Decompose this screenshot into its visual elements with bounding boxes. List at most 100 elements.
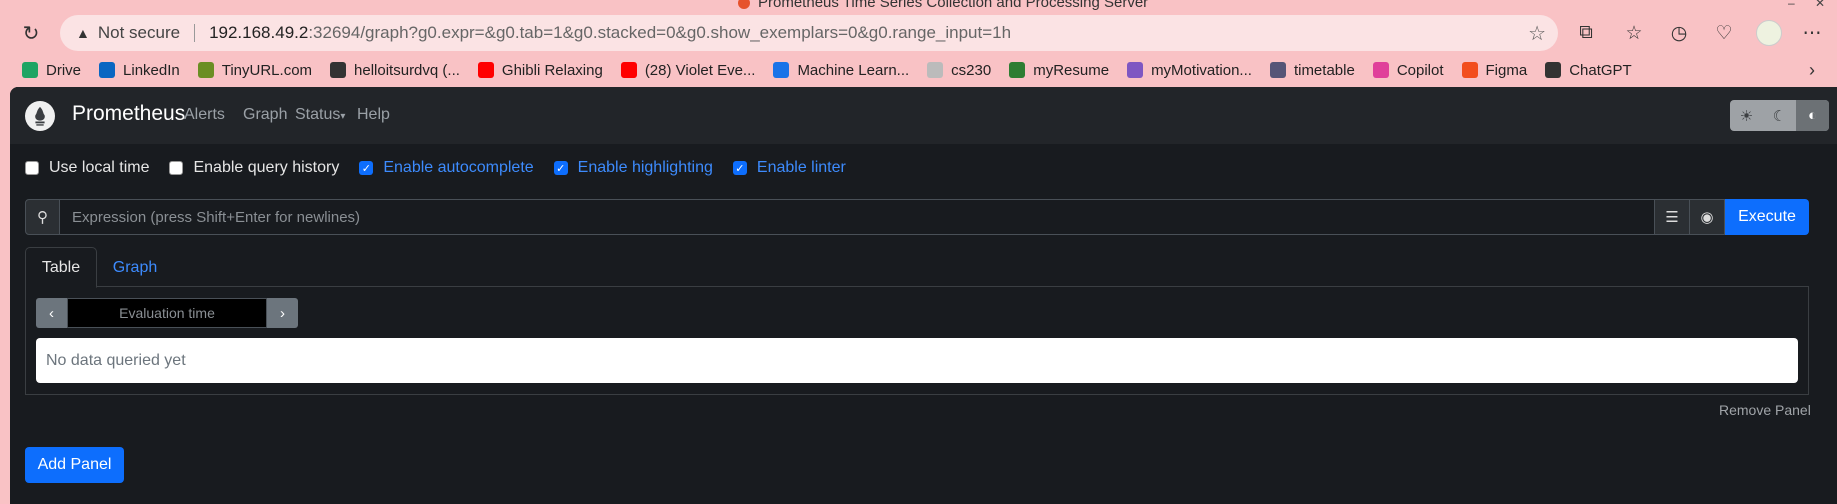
bookmarks-overflow-icon[interactable]: › bbox=[1809, 60, 1815, 81]
autocomplete-option[interactable]: ✓ Enable autocomplete bbox=[359, 159, 534, 177]
evaluation-time-input[interactable] bbox=[67, 298, 267, 328]
reload-icon[interactable]: ↻ bbox=[18, 20, 44, 46]
history-icon[interactable]: ◷ bbox=[1667, 22, 1691, 45]
execute-button[interactable]: Execute bbox=[1725, 199, 1809, 235]
use-local-time-label: Use local time bbox=[49, 159, 150, 176]
chevron-left-icon[interactable]: ‹ bbox=[36, 298, 67, 328]
bookmark-favicon-icon bbox=[1545, 62, 1562, 78]
add-panel-button[interactable]: Add Panel bbox=[25, 447, 124, 483]
bookmark-label: Drive bbox=[46, 61, 82, 79]
url-host: 192.168.49.2 bbox=[209, 23, 309, 42]
top-navbar: Prometheus Alerts Graph Status▾ Help ☀ ☾… bbox=[10, 87, 1837, 144]
extensions-icon[interactable]: ⧉ bbox=[1574, 22, 1598, 44]
bookmark-label: Figma bbox=[1485, 61, 1528, 79]
bookmark-item[interactable]: myMotivation... bbox=[1127, 62, 1252, 79]
dark-theme-icon[interactable]: ☾ bbox=[1763, 100, 1796, 131]
format-expression-icon[interactable]: ☰ bbox=[1655, 199, 1690, 235]
table-panel: ‹ › No data queried yet bbox=[25, 287, 1809, 395]
minimize-icon[interactable]: – bbox=[1788, 0, 1795, 10]
metrics-explorer-icon[interactable]: ◉ bbox=[1690, 199, 1725, 235]
bookmark-item[interactable]: myResume bbox=[1009, 62, 1109, 79]
use-local-time-option[interactable]: Use local time bbox=[25, 159, 149, 177]
bookmark-item[interactable]: Ghibli Relaxing bbox=[477, 61, 603, 79]
light-theme-icon[interactable]: ☀ bbox=[1730, 100, 1763, 131]
url-text[interactable]: 192.168.49.2:32694/graph?g0.expr=&g0.tab… bbox=[209, 23, 1011, 43]
bookmark-favicon-icon bbox=[197, 62, 214, 78]
prometheus-logo-icon[interactable] bbox=[25, 101, 55, 131]
no-data-message: No data queried yet bbox=[36, 338, 1798, 383]
address-bar[interactable]: ▲ Not secure 192.168.49.2:32694/graph?g0… bbox=[60, 15, 1558, 51]
window-titlebar: Prometheus Time Series Collection and Pr… bbox=[0, 0, 1837, 12]
performance-icon[interactable]: ♡ bbox=[1712, 22, 1736, 45]
bookmark-label: cs230 bbox=[951, 61, 992, 79]
bookmark-label: LinkedIn bbox=[123, 61, 180, 79]
remove-panel-link[interactable]: Remove Panel bbox=[1719, 402, 1811, 418]
profile-avatar[interactable] bbox=[1756, 20, 1782, 46]
bookmark-item[interactable]: TinyURL.com bbox=[197, 61, 313, 79]
bookmark-favicon-icon bbox=[1127, 62, 1144, 78]
bookmark-item[interactable]: Figma bbox=[1461, 61, 1528, 79]
evaluation-time-group: ‹ › bbox=[36, 298, 298, 328]
highlighting-checkbox[interactable]: ✓ bbox=[553, 161, 568, 175]
nav-status[interactable]: Status▾ bbox=[295, 106, 345, 124]
bookmark-favicon-icon bbox=[773, 62, 790, 78]
autocomplete-checkbox[interactable]: ✓ bbox=[359, 161, 374, 175]
highlighting-option[interactable]: ✓ Enable highlighting bbox=[553, 159, 713, 177]
bookmark-label: myMotivation... bbox=[1151, 61, 1252, 79]
bookmark-item[interactable]: (28) Violet Eve... bbox=[620, 61, 756, 79]
bookmark-item[interactable]: LinkedIn bbox=[99, 62, 180, 79]
nav-graph[interactable]: Graph bbox=[243, 106, 287, 124]
autocomplete-label: Enable autocomplete bbox=[383, 159, 534, 176]
tab-title: Prometheus Time Series Collection and Pr… bbox=[758, 0, 1149, 11]
bookmark-label: Ghibli Relaxing bbox=[501, 61, 603, 79]
favorites-icon[interactable]: ☆ bbox=[1622, 22, 1646, 45]
tab-graph[interactable]: Graph bbox=[97, 247, 173, 288]
expression-bar: ⚲ ☰ ◉ Execute bbox=[25, 199, 1809, 235]
auto-theme-icon[interactable]: ◐ bbox=[1796, 100, 1829, 131]
more-menu-icon[interactable]: ⋯ bbox=[1800, 22, 1824, 45]
address-divider bbox=[194, 24, 196, 42]
bookmark-item[interactable]: helloitsurdvq (... bbox=[330, 62, 460, 79]
bookmark-favicon-icon bbox=[330, 62, 347, 78]
bookmark-favicon-icon bbox=[1269, 62, 1286, 78]
query-history-label: Enable query history bbox=[193, 159, 340, 176]
warning-icon[interactable]: ▲ bbox=[76, 25, 90, 41]
close-window-icon[interactable]: ✕ bbox=[1815, 0, 1825, 10]
brand-title[interactable]: Prometheus bbox=[72, 102, 185, 126]
bookmark-item[interactable]: Copilot bbox=[1372, 61, 1444, 79]
theme-toggle-group: ☀ ☾ ◐ bbox=[1730, 100, 1829, 131]
bookmark-item[interactable]: Drive bbox=[22, 62, 81, 79]
bookmark-label: helloitsurdvq (... bbox=[354, 61, 460, 79]
nav-alerts[interactable]: Alerts bbox=[184, 106, 225, 124]
linter-label: Enable linter bbox=[756, 159, 846, 176]
bookmark-label: Machine Learn... bbox=[797, 61, 910, 79]
bookmark-item[interactable]: Machine Learn... bbox=[773, 62, 909, 79]
bookmark-label: ChatGPT bbox=[1569, 61, 1632, 79]
bookmark-star-icon[interactable]: ☆ bbox=[1528, 21, 1546, 46]
expression-input[interactable] bbox=[60, 199, 1655, 235]
bookmark-label: TinyURL.com bbox=[221, 61, 313, 79]
query-history-option[interactable]: Enable query history bbox=[169, 159, 339, 177]
bookmark-favicon-icon bbox=[22, 62, 38, 78]
query-options: Use local time Enable query history ✓ Ena… bbox=[25, 159, 866, 177]
bookmark-label: (28) Violet Eve... bbox=[644, 61, 756, 79]
bookmark-label: myResume bbox=[1033, 61, 1110, 79]
nav-status-label: Status bbox=[295, 106, 341, 123]
browser-toolbar: ↻ ▲ Not secure 192.168.49.2:32694/graph?… bbox=[0, 12, 1837, 54]
bookmark-item[interactable]: ChatGPT bbox=[1545, 62, 1632, 79]
linter-option[interactable]: ✓ Enable linter bbox=[732, 159, 846, 177]
bookmark-item[interactable]: timetable bbox=[1269, 62, 1355, 79]
bookmark-item[interactable]: cs230 bbox=[927, 62, 991, 79]
linter-checkbox[interactable]: ✓ bbox=[732, 161, 747, 175]
prometheus-favicon-icon bbox=[738, 0, 750, 9]
bookmark-favicon-icon bbox=[1009, 62, 1026, 78]
active-tab[interactable]: Prometheus Time Series Collection and Pr… bbox=[738, 0, 1148, 11]
not-secure-label[interactable]: Not secure bbox=[98, 23, 180, 43]
nav-help[interactable]: Help bbox=[357, 106, 390, 124]
bookmarks-bar: Drive LinkedIn TinyURL.com helloitsurdvq (.… bbox=[0, 54, 1837, 86]
chevron-right-icon[interactable]: › bbox=[267, 298, 298, 328]
query-history-checkbox[interactable] bbox=[169, 161, 184, 175]
bookmark-label: Copilot bbox=[1396, 61, 1444, 79]
tab-table[interactable]: Table bbox=[25, 247, 97, 288]
use-local-time-checkbox[interactable] bbox=[25, 161, 39, 175]
